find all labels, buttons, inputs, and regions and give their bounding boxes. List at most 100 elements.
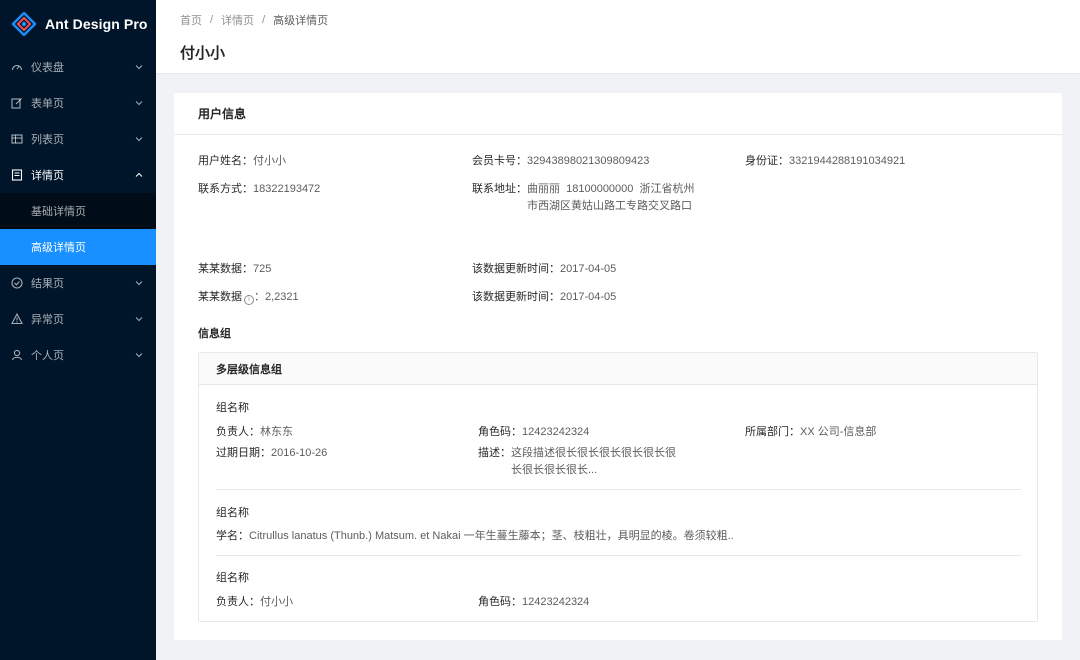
user-icon [11, 349, 23, 361]
profile-submenu: 基础详情页 高级详情页 [0, 193, 156, 265]
divider [216, 489, 1021, 490]
field-label: 该数据更新时间： [472, 291, 560, 303]
profile-icon [11, 169, 23, 181]
dashboard-icon [11, 61, 23, 73]
field-role-code: 角色码：12423242324 [478, 594, 589, 611]
field-label: 描述： [478, 447, 511, 459]
address-line-2: 市西湖区黄姑山路工专路交叉路口 [527, 200, 692, 212]
chevron-down-icon [134, 278, 144, 288]
address-line-1: 曲丽丽 18100000000 浙江省杭州 [527, 183, 695, 195]
field-role-code: 角色码：12423242324 [478, 424, 589, 441]
field-label: 身份证： [745, 155, 789, 167]
sidebar-item-label: 详情页 [31, 170, 64, 182]
field-label: 过期日期： [216, 447, 271, 459]
check-circle-icon [11, 277, 23, 289]
breadcrumb: 首页 / 详情页 / 高级详情页 [180, 12, 1056, 28]
field-username: 用户姓名：付小小 [198, 153, 286, 170]
field-label: 某某数据： [198, 263, 253, 275]
field-value: 12423242324 [522, 596, 590, 608]
sidebar-item-dashboard[interactable]: 仪表盘 [0, 49, 156, 85]
page-title: 付小小 [180, 45, 226, 62]
field-label: 负责人： [216, 596, 260, 608]
field-value: 3321944288191034921 [789, 155, 906, 167]
divider [216, 555, 1021, 556]
field-value: 2017-04-05 [560, 263, 617, 275]
field-value: 林东东 [260, 426, 293, 438]
form-icon [11, 97, 23, 109]
field-label: 会员卡号： [472, 155, 527, 167]
field-member-card: 会员卡号：32943898021309809423 [472, 153, 649, 170]
inner-card-title: 多层级信息组 [199, 353, 1037, 385]
field-value: Citrullus lanatus (Thunb.) Matsum. et Na… [249, 530, 734, 542]
field-value: 12423242324 [522, 426, 590, 438]
sidebar-item-result[interactable]: 结果页 [0, 265, 156, 301]
group-name: 组名称 [216, 507, 249, 519]
field-label: 某某数据 [198, 291, 242, 303]
breadcrumb-home[interactable]: 首页 [180, 12, 202, 28]
sidebar-item-label: 结果页 [31, 278, 64, 290]
field-label: 负责人： [216, 426, 260, 438]
field-label: 学名： [216, 530, 249, 542]
field-label: 联系地址： [472, 183, 527, 195]
group-name: 组名称 [216, 572, 249, 584]
chevron-down-icon [134, 314, 144, 324]
field-value: 18322193472 [253, 183, 321, 195]
field-department: 所属部门：XX 公司-信息部 [745, 424, 876, 441]
field-update-time-1: 该数据更新时间：2017-04-05 [472, 261, 616, 278]
field-value: 725 [253, 263, 272, 275]
user-info-card: 用户信息 用户姓名：付小小 会员卡号：32943898021309809423 … [174, 93, 1062, 640]
sidebar-item-label: 仪表盘 [31, 62, 64, 74]
field-label: 该数据更新时间： [472, 263, 560, 275]
sidebar-item-account[interactable]: 个人页 [0, 337, 156, 373]
section-title-info-group: 信息组 [198, 328, 231, 340]
field-label: 用户姓名： [198, 155, 253, 167]
app-title: Ant Design Pro [45, 16, 148, 32]
sidebar-item-exception[interactable]: 异常页 [0, 301, 156, 337]
field-value: 付小小 [260, 596, 293, 608]
field-expire-date: 过期日期：2016-10-26 [216, 445, 327, 462]
field-owner: 负责人：林东东 [216, 424, 293, 441]
sidebar-item-list[interactable]: 列表页 [0, 121, 156, 157]
ant-logo-icon [11, 11, 37, 37]
field-value: 这段描述很长很长很长很长很长很 长很长很长很长... [511, 445, 676, 479]
field-value: XX 公司-信息部 [800, 426, 877, 438]
chevron-down-icon [134, 350, 144, 360]
sidebar-item-profile[interactable]: 详情页 [0, 157, 156, 193]
field-value: 2017-04-05 [560, 291, 617, 303]
group-name: 组名称 [216, 402, 249, 414]
description-line-1: 这段描述很长很长很长很长很长很 [511, 447, 676, 459]
multi-level-info-group: 多层级信息组 组名称 负责人：林东东 角色码：12423242324 所属部门：… [198, 352, 1038, 622]
field-address: 联系地址：曲丽丽 18100000000 浙江省杭州 市西湖区黄姑山路工专路交叉路… [472, 181, 695, 215]
sidebar-item-form[interactable]: 表单页 [0, 85, 156, 121]
field-phone: 联系方式：18322193472 [198, 181, 320, 198]
field-label: 所属部门： [745, 426, 800, 438]
description-line-2: 长很长很长很长... [511, 464, 598, 476]
table-icon [11, 133, 23, 145]
field-value: 付小小 [253, 155, 286, 167]
sidebar-menu: 仪表盘 表单页 列表页 详情页 基础详情页 高级详情页 结果页 异常页 个人页 [0, 49, 156, 373]
card-title: 用户信息 [174, 93, 1062, 135]
info-circle-icon[interactable]: i [244, 295, 254, 305]
sidebar-item-label: 异常页 [31, 314, 64, 326]
sidebar-item-label: 列表页 [31, 134, 64, 146]
field-value: 曲丽丽 18100000000 浙江省杭州 市西湖区黄姑山路工专路交叉路口 [527, 181, 695, 215]
field-value: 32943898021309809423 [527, 155, 650, 167]
sidebar-item-basic-profile[interactable]: 基础详情页 [0, 193, 156, 229]
field-data-2: 某某数据 i ：2,2321 [198, 289, 299, 306]
field-owner: 负责人：付小小 [216, 594, 293, 611]
field-value: ：2,2321 [254, 291, 299, 303]
warning-icon [11, 313, 23, 325]
field-update-time-2: 该数据更新时间：2017-04-05 [472, 289, 616, 306]
field-id-card: 身份证：3321944288191034921 [745, 153, 905, 170]
sidebar-item-advanced-profile[interactable]: 高级详情页 [0, 229, 156, 265]
logo[interactable]: Ant Design Pro [0, 0, 156, 48]
field-data-1: 某某数据：725 [198, 261, 271, 278]
chevron-down-icon [134, 134, 144, 144]
breadcrumb-profile[interactable]: 详情页 [221, 12, 254, 28]
sidebar-item-label: 表单页 [31, 98, 64, 110]
field-description: 描述：这段描述很长很长很长很长很长很 长很长很长很长... [478, 445, 676, 479]
chevron-up-icon [134, 170, 144, 180]
field-label: 角色码： [478, 596, 522, 608]
breadcrumb-current: 高级详情页 [273, 15, 329, 27]
breadcrumb-separator: / [262, 14, 266, 26]
